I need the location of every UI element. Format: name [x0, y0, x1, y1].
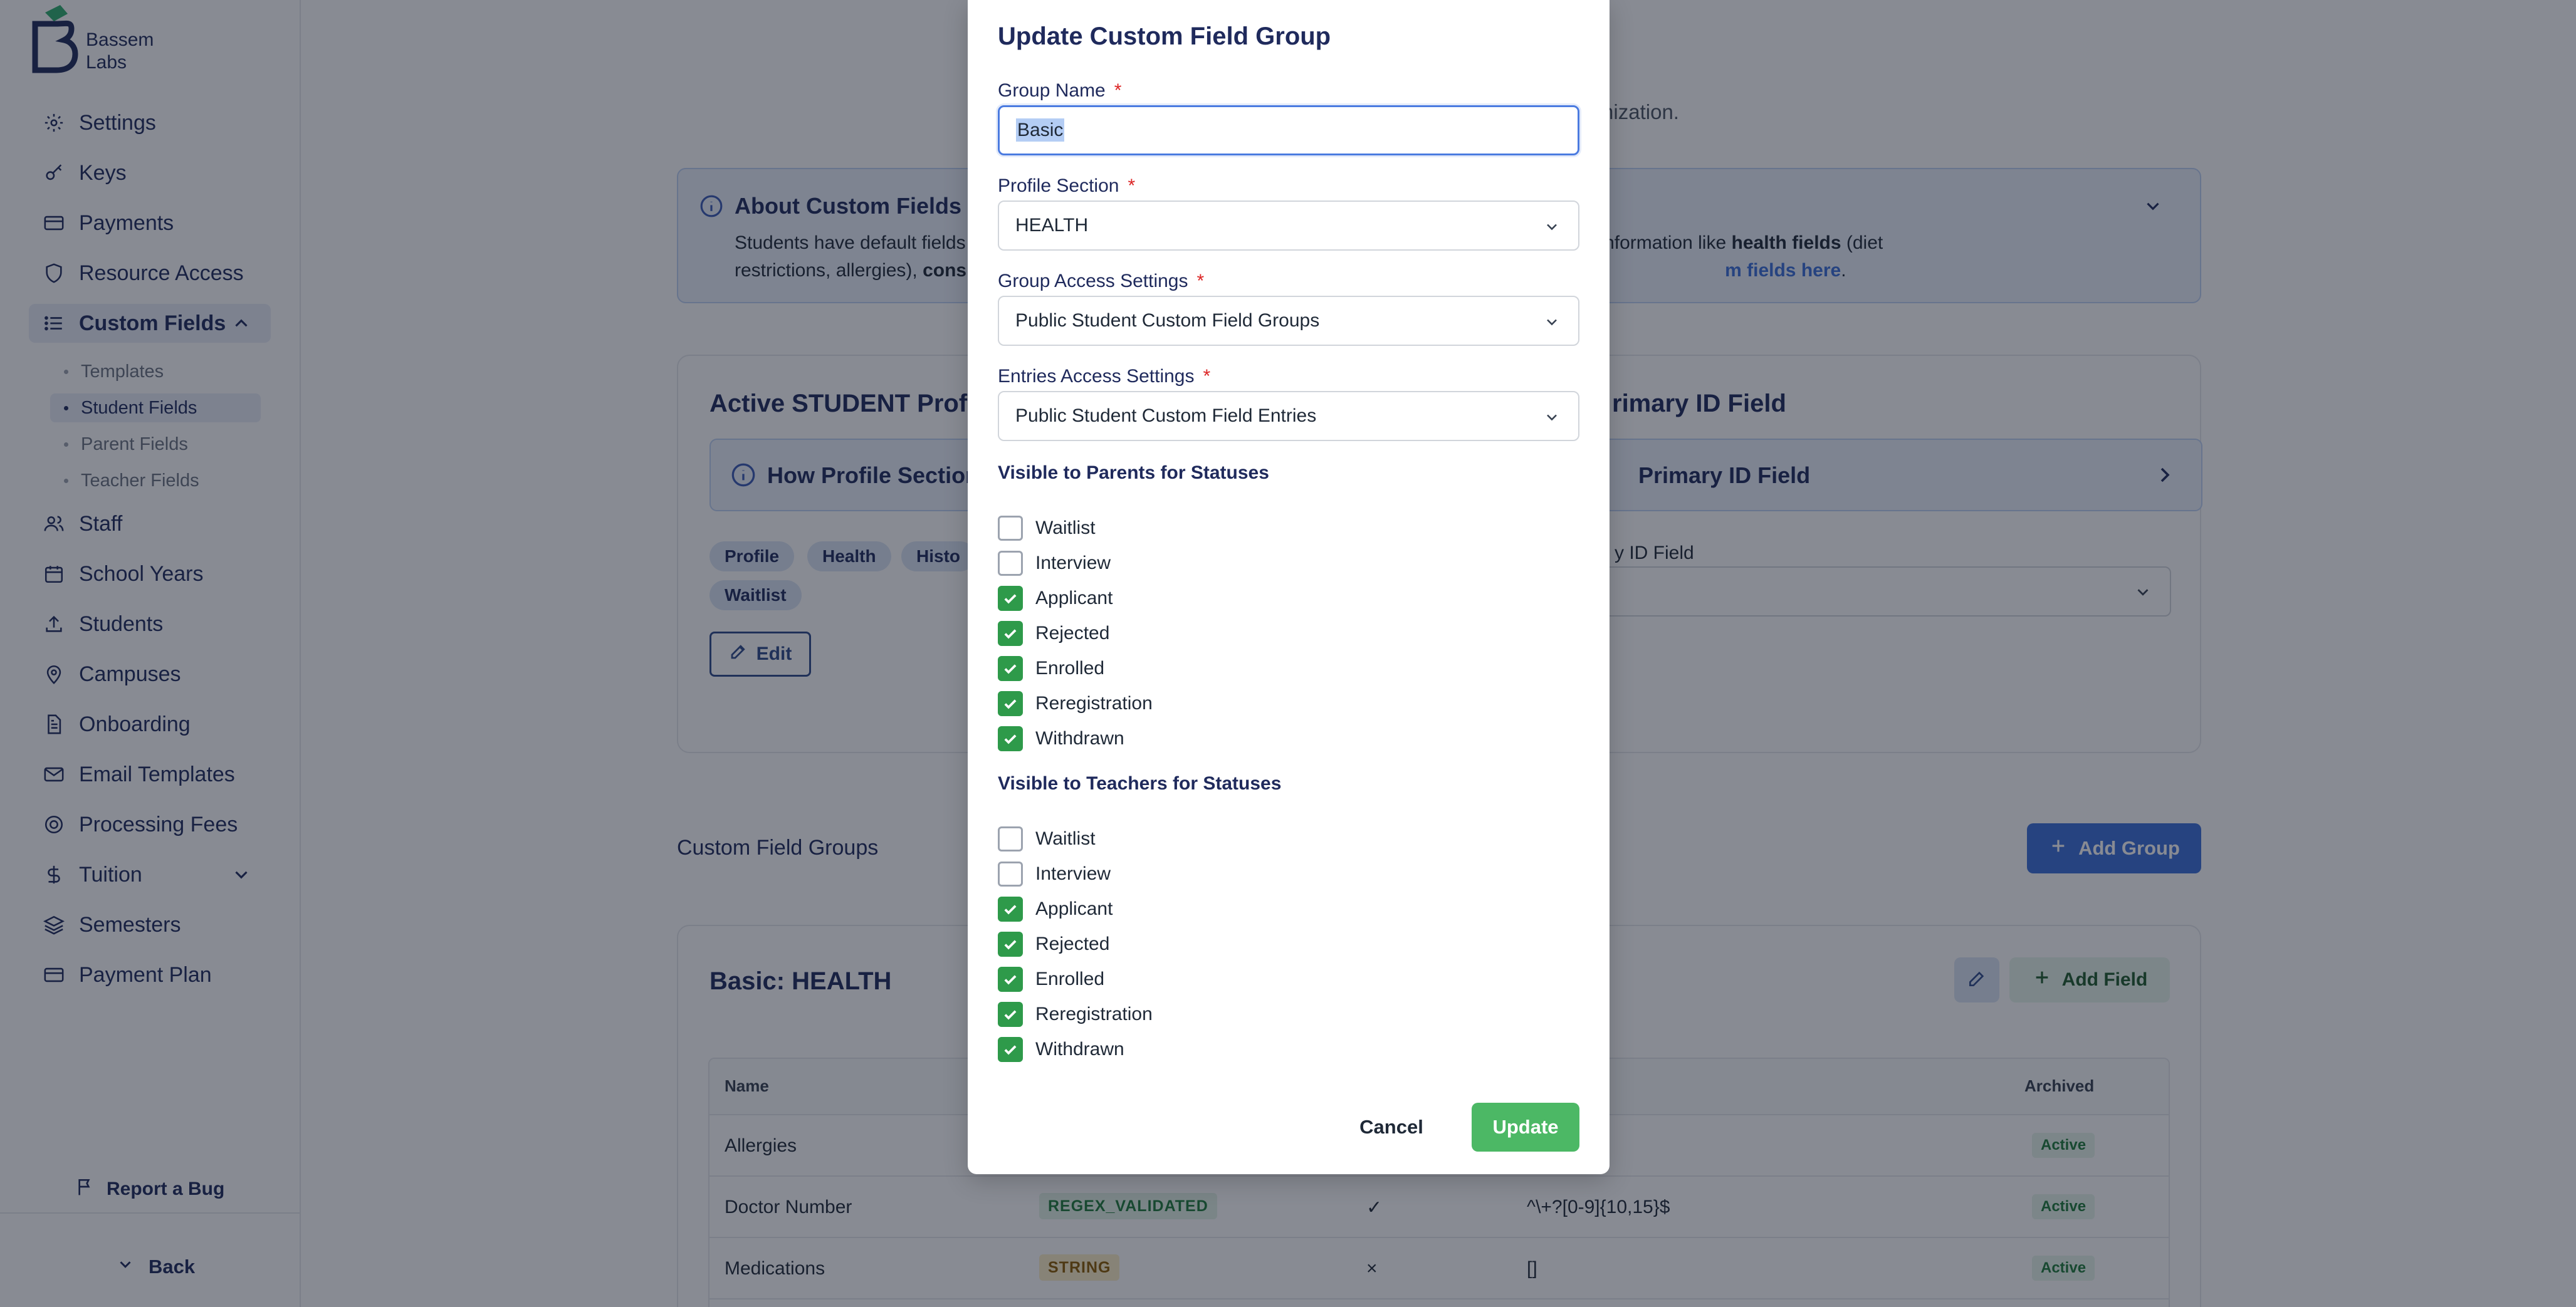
status-label: Interview [1035, 553, 1111, 573]
checkbox-checked[interactable] [998, 656, 1023, 681]
checkbox-checked[interactable] [998, 621, 1023, 646]
status-label: Enrolled [1035, 658, 1105, 679]
selected-text: Basic [1016, 118, 1065, 142]
check-icon [1004, 734, 1017, 744]
status-label: Enrolled [1035, 969, 1105, 989]
chevron-down-icon [1543, 409, 1561, 426]
status-label: Waitlist [1035, 518, 1096, 538]
check-icon [1004, 699, 1017, 709]
checkbox-unchecked[interactable] [998, 862, 1023, 887]
status-checkbox-row[interactable]: Applicant [998, 895, 1113, 923]
check-icon [1004, 940, 1017, 950]
group-access-value: Public Student Custom Field Groups [1015, 310, 1320, 331]
group-name-value: Basic [1016, 118, 1065, 142]
label-text: Group Access Settings [998, 271, 1188, 291]
checkbox-checked[interactable] [998, 932, 1023, 957]
group-access-label: Group Access Settings * [998, 271, 1204, 292]
modal-title: Update Custom Field Group [998, 23, 1331, 50]
status-checkbox-row[interactable]: Waitlist [998, 825, 1096, 853]
status-checkbox-row[interactable]: Interview [998, 549, 1111, 577]
status-label: Rejected [1035, 623, 1110, 643]
check-icon [1004, 1045, 1017, 1055]
teachers-statuses-title: Visible to Teachers for Statuses [998, 773, 1282, 794]
status-checkbox-row[interactable]: Enrolled [998, 966, 1104, 993]
status-checkbox-row[interactable]: Withdrawn [998, 725, 1124, 752]
status-label: Waitlist [1035, 828, 1096, 849]
status-checkbox-row[interactable]: Reregistration [998, 1001, 1153, 1028]
profile-section-select[interactable]: HEALTH [998, 200, 1579, 251]
group-name-input[interactable]: Basic [998, 105, 1579, 155]
checkbox-checked[interactable] [998, 897, 1023, 922]
required-asterisk: * [1128, 175, 1136, 196]
checkbox-checked[interactable] [998, 586, 1023, 611]
checkbox-checked[interactable] [998, 691, 1023, 716]
checkbox-unchecked[interactable] [998, 551, 1023, 576]
status-label: Applicant [1035, 588, 1113, 608]
status-checkbox-row[interactable]: Interview [998, 860, 1111, 888]
cancel-button[interactable]: Cancel [1339, 1103, 1444, 1152]
group-name-label: Group Name * [998, 80, 1121, 102]
label-text: Entries Access Settings [998, 366, 1195, 387]
profile-section-value: HEALTH [1015, 215, 1089, 236]
check-icon [1004, 975, 1017, 985]
checkbox-unchecked[interactable] [998, 826, 1023, 851]
group-access-select[interactable]: Public Student Custom Field Groups [998, 296, 1579, 346]
profile-section-label: Profile Section * [998, 175, 1135, 197]
status-label: Interview [1035, 863, 1111, 884]
checkbox-checked[interactable] [998, 967, 1023, 992]
check-icon [1004, 664, 1017, 674]
status-checkbox-row[interactable]: Withdrawn [998, 1036, 1124, 1063]
status-label: Reregistration [1035, 693, 1153, 714]
check-icon [1004, 905, 1017, 915]
entries-access-value: Public Student Custom Field Entries [1015, 405, 1317, 426]
checkbox-checked[interactable] [998, 1037, 1023, 1062]
status-label: Withdrawn [1035, 728, 1124, 749]
status-label: Reregistration [1035, 1004, 1153, 1024]
label-text: Group Name [998, 80, 1106, 101]
required-asterisk: * [1114, 80, 1122, 101]
status-checkbox-row[interactable]: Waitlist [998, 514, 1096, 542]
update-button[interactable]: Update [1472, 1103, 1579, 1152]
status-checkbox-row[interactable]: Rejected [998, 620, 1109, 647]
required-asterisk: * [1196, 271, 1205, 291]
entries-access-select[interactable]: Public Student Custom Field Entries [998, 391, 1579, 441]
status-label: Withdrawn [1035, 1039, 1124, 1060]
entries-access-label: Entries Access Settings * [998, 366, 1210, 387]
status-checkbox-row[interactable]: Rejected [998, 930, 1109, 958]
check-icon [1004, 629, 1017, 639]
check-icon [1004, 1010, 1017, 1020]
chevron-down-icon [1543, 313, 1561, 331]
checkbox-checked[interactable] [998, 726, 1023, 751]
check-icon [1004, 594, 1017, 604]
status-label: Rejected [1035, 934, 1110, 954]
checkbox-checked[interactable] [998, 1002, 1023, 1027]
status-checkbox-row[interactable]: Applicant [998, 585, 1113, 612]
chevron-down-icon [1543, 218, 1561, 236]
checkbox-unchecked[interactable] [998, 516, 1023, 541]
update-group-modal: Update Custom Field Group Group Name * Ba… [968, 0, 1610, 1174]
status-checkbox-row[interactable]: Reregistration [998, 690, 1153, 717]
status-checkbox-row[interactable]: Enrolled [998, 655, 1104, 682]
required-asterisk: * [1203, 366, 1211, 387]
status-label: Applicant [1035, 898, 1113, 919]
parents-statuses-title: Visible to Parents for Statuses [998, 462, 1269, 483]
label-text: Profile Section [998, 175, 1119, 196]
